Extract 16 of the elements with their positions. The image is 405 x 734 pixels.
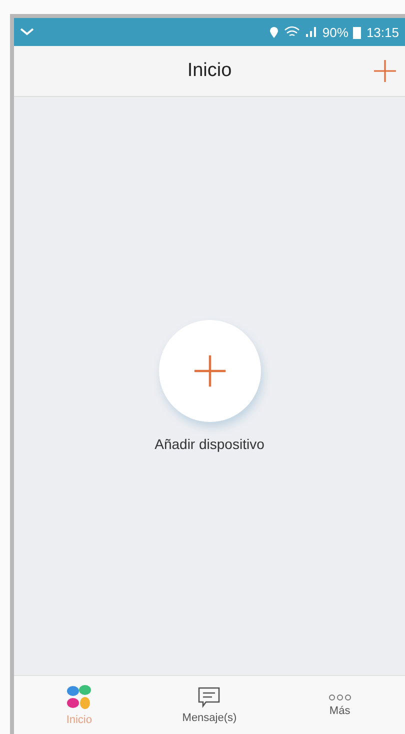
colorful-petals-icon [66,684,92,710]
battery-percent: 90% [322,24,348,40]
battery-icon [353,26,362,38]
clock: 13:15 [366,24,399,40]
location-icon [269,26,280,38]
tab[interactable]: Más [274,676,405,734]
tab[interactable]: Mensaje(s) [144,676,275,734]
page-title: Inicio [187,60,232,82]
wifi-icon [284,26,300,38]
add-button[interactable] [373,59,397,83]
signal-icon [305,26,318,38]
add-device-label: Añadir dispositivo [154,436,264,452]
more-icon [328,694,351,700]
plus-icon [373,59,397,83]
plus-icon [192,354,226,388]
message-icon [197,686,222,708]
